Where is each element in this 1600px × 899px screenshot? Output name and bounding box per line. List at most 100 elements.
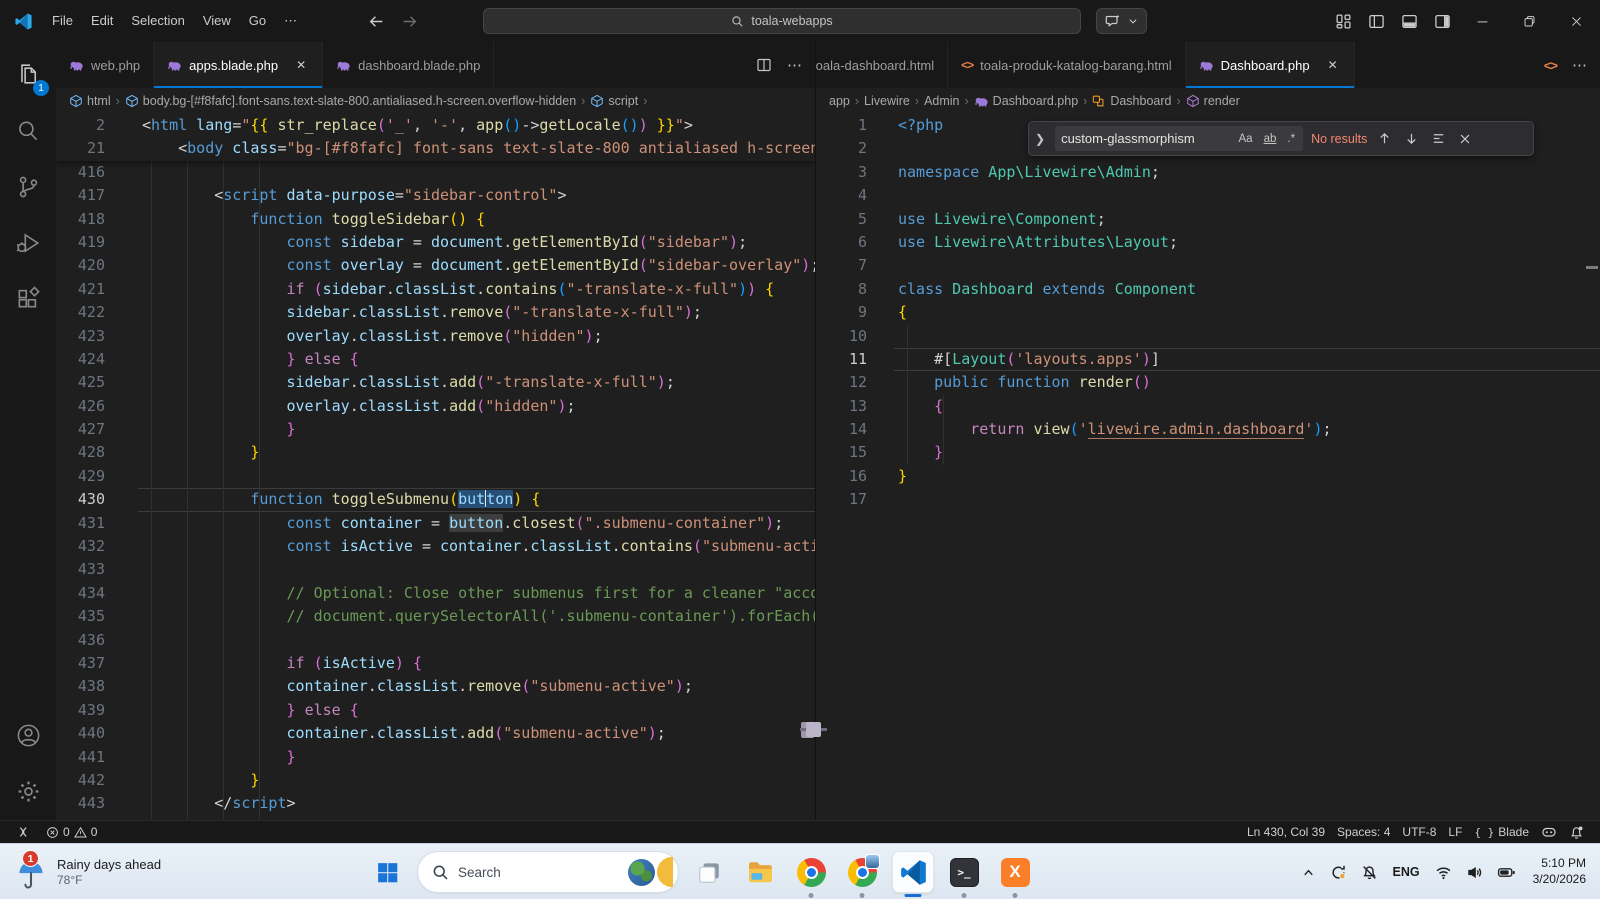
update-sync-icon[interactable] [1325,859,1352,886]
breadcrumb-item-Dashboard[interactable]: Dashboard.php [974,94,1078,109]
editor-right[interactable]: 1<?php23namespace App\Livewire\Admin;45u… [816,114,1600,820]
code-line-422[interactable]: 422 sidebar.classList.remove("-translate… [56,301,815,324]
taskbar-search-box[interactable]: Search [417,851,679,893]
code-line-420[interactable]: 420 const overlay = document.getElementB… [56,254,815,277]
breadcrumb-item-Admin[interactable]: Admin [924,94,959,108]
accounts-icon[interactable] [6,712,50,758]
code-line-14[interactable]: 14 return view('livewire.admin.dashboard… [816,418,1600,441]
minimize-button[interactable] [1459,0,1506,42]
cursor-position[interactable]: Ln 430, Col 39 [1241,821,1331,843]
breadcrumb-item-app[interactable]: app [829,94,850,108]
menu-edit[interactable]: Edit [82,9,122,33]
menu-selection[interactable]: Selection [122,9,193,33]
code-line-17[interactable]: 17 [816,488,1600,511]
taskbar-clock[interactable]: 5:10 PM 3/20/2026 [1525,852,1594,891]
terminal-button[interactable]: >_ [943,851,985,893]
code-line-15[interactable]: 15 } [816,441,1600,464]
settings-gear-icon[interactable] [6,768,50,814]
code-line-436[interactable]: 436 [56,629,815,652]
run-debug-icon[interactable] [6,220,50,266]
code-line-418[interactable]: 418 function toggleSidebar() { [56,208,815,231]
find-previous-icon[interactable] [1375,131,1394,146]
code-line-417[interactable]: 417 <script data-purpose="sidebar-contro… [56,184,815,207]
toggle-secondary-sidebar-icon[interactable] [1426,0,1459,42]
find-in-selection-icon[interactable] [1429,131,1448,146]
code-line-10[interactable]: 10 [816,325,1600,348]
code-line-425[interactable]: 425 sidebar.classList.add("-translate-x-… [56,371,815,394]
code-line-428[interactable]: 428 } [56,441,815,464]
menu-more[interactable]: ⋯ [275,9,306,33]
code-line-435[interactable]: 435 // document.querySelectorAll('.subme… [56,605,815,628]
explorer-icon[interactable]: 1 [6,52,50,98]
menu-file[interactable]: File [43,9,82,33]
code-line-442[interactable]: 442 } [56,769,815,792]
breadcrumb-item-Dashboard[interactable]: Dashboard [1092,94,1171,108]
tab-apps.blade.php[interactable]: apps.blade.php✕ [154,42,323,88]
code-line-2[interactable]: 2<html lang="{{ str_replace('_', '-', ap… [56,114,815,137]
customize-layout-icon[interactable] [1327,0,1360,42]
code-line-9[interactable]: 9{ [816,301,1600,324]
code-line-419[interactable]: 419 const sidebar = document.getElementB… [56,231,815,254]
code-line-439[interactable]: 439 } else { [56,699,815,722]
toggle-panel-icon[interactable] [1393,0,1426,42]
tab-close-icon[interactable]: ✕ [1325,57,1341,73]
chrome-button[interactable] [790,851,832,893]
regex-toggle[interactable]: .* [1285,132,1297,146]
file-explorer-button[interactable] [739,851,781,893]
code-line-441[interactable]: 441 } [56,746,815,769]
editor-sash-handle[interactable] [806,722,821,737]
chrome-profile-button[interactable] [841,851,883,893]
copilot-button[interactable] [1096,8,1147,34]
breadcrumb-item-body[interactable]: body.bg-[#f8fafc].font-sans.text-slate-8… [125,94,576,108]
code-line-429[interactable]: 429 [56,465,815,488]
hidden-icons-chevron[interactable] [1296,860,1321,885]
code-line-423[interactable]: 423 overlay.classList.remove("hidden"); [56,325,815,348]
menu-view[interactable]: View [194,9,240,33]
menu-go[interactable]: Go [240,9,275,33]
find-next-icon[interactable] [1402,131,1421,146]
close-button[interactable] [1553,0,1600,42]
wifi-icon[interactable] [1430,859,1457,886]
more-actions-icon[interactable]: ⋯ [787,56,802,74]
whole-word-toggle[interactable]: ab [1262,132,1279,146]
xampp-button[interactable]: X [994,851,1036,893]
nav-back-icon[interactable] [368,13,385,30]
code-line-427[interactable]: 427 } [56,418,815,441]
breadcrumb-item-render[interactable]: render [1186,94,1240,108]
code-line-16[interactable]: 16} [816,465,1600,488]
tab-Dashboard.php[interactable]: Dashboard.php✕ [1186,42,1355,88]
vscode-taskbar-button[interactable] [892,851,934,893]
code-line-438[interactable]: 438 container.classList.remove("submenu-… [56,675,815,698]
nav-forward-icon[interactable] [401,13,418,30]
task-view-button[interactable] [688,851,730,893]
code-line-5[interactable]: 5use Livewire\Component; [816,208,1600,231]
code-line-437[interactable]: 437 if (isActive) { [56,652,815,675]
tab-toala-dashboard.html[interactable]: <>toala-dashboard.html [816,42,948,88]
do-not-disturb-icon[interactable] [1356,859,1383,886]
input-language[interactable]: ENG [1387,860,1426,884]
breadcrumb-item-script[interactable]: script [590,94,638,108]
code-line-431[interactable]: 431 const container = button.closest(".s… [56,512,815,535]
code-line-3[interactable]: 3namespace App\Livewire\Admin; [816,161,1600,184]
code-line-13[interactable]: 13 { [816,395,1600,418]
eol-sequence[interactable]: LF [1442,821,1468,843]
remote-indicator[interactable] [10,821,36,843]
tab-toala-produk-katalog-barang.html[interactable]: <>toala-produk-katalog-barang.html [948,42,1186,88]
tab-web.php[interactable]: web.php [56,42,154,88]
code-line-433[interactable]: 433 [56,558,815,581]
battery-icon[interactable] [1492,859,1521,886]
more-actions-icon[interactable]: ⋯ [1572,56,1587,74]
code-line-12[interactable]: 12 public function render() [816,371,1600,394]
code-line-7[interactable]: 7 [816,254,1600,277]
code-line-416[interactable]: 416 [56,161,815,184]
indentation[interactable]: Spaces: 4 [1331,821,1396,843]
split-editor-icon[interactable] [756,57,772,73]
start-button[interactable] [366,851,408,893]
extensions-icon[interactable] [6,276,50,322]
encoding[interactable]: UTF-8 [1396,821,1442,843]
code-line-11[interactable]: 11 #[Layout('layouts.apps')] [816,348,1600,371]
code-line-440[interactable]: 440 container.classList.add("submenu-act… [56,722,815,745]
code-line-432[interactable]: 432 const isActive = container.classList… [56,535,815,558]
language-mode[interactable]: { } Blade [1468,821,1535,843]
problems-indicator[interactable]: 0 0 [40,821,103,843]
